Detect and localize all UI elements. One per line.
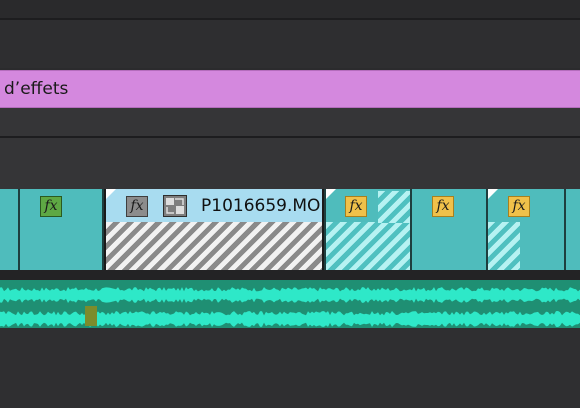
audio-clip[interactable] — [0, 280, 580, 328]
adjustment-layer-label: d’effets — [4, 79, 69, 99]
track-divider — [0, 270, 580, 280]
adjustment-layer-clip[interactable]: d’effets — [0, 70, 580, 108]
audio-marker — [85, 306, 97, 326]
fx-icon[interactable]: fx — [126, 196, 148, 217]
video-clip-selected[interactable]: fx P1016659.MO — [104, 189, 324, 270]
video-track-empty — [0, 20, 580, 68]
fx-icon[interactable]: fx — [508, 196, 530, 217]
clip-thumbnail-placeholder — [488, 222, 520, 270]
trim-corner-icon — [326, 189, 336, 199]
clip-name: P1016659.MO — [201, 196, 321, 216]
transition-icon[interactable] — [163, 195, 187, 217]
video-clip[interactable]: fx — [20, 189, 104, 270]
video-clip[interactable]: fx — [410, 189, 486, 270]
trim-corner-icon — [106, 189, 116, 199]
fx-icon[interactable]: fx — [432, 196, 454, 217]
fx-icon[interactable]: fx — [345, 196, 367, 217]
video-clip[interactable]: fx — [324, 189, 410, 270]
waveform-channel — [0, 287, 580, 303]
clip-thumbnail-placeholder — [106, 222, 322, 270]
trim-corner-icon — [488, 189, 498, 199]
audio-waveform — [0, 287, 580, 327]
video-track-top — [0, 0, 580, 18]
fx-icon[interactable]: fx — [40, 196, 62, 217]
video-track-empty-2 — [0, 108, 580, 136]
video-clip[interactable]: fx — [486, 189, 564, 270]
audio-track-empty — [0, 328, 580, 408]
clip-thumbnail-placeholder — [378, 191, 410, 223]
clip-thumbnail-placeholder — [326, 222, 410, 270]
video-clip-leading[interactable] — [0, 189, 20, 270]
video-clip-trailing[interactable] — [564, 189, 580, 270]
video-track-empty-3 — [0, 138, 580, 189]
